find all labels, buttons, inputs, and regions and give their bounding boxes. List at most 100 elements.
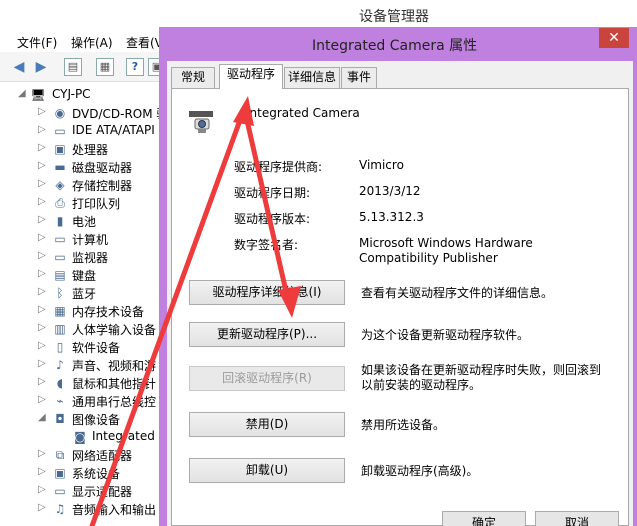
properties-icon[interactable]: ▦	[96, 58, 114, 76]
help-icon[interactable]: ?	[126, 58, 144, 76]
expand-icon[interactable]: ▷	[38, 304, 48, 315]
expand-icon[interactable]: ▷	[38, 376, 48, 387]
back-icon[interactable]: ◀	[10, 58, 28, 76]
menu-file[interactable]: 文件(F)	[17, 34, 57, 51]
tree-category-item[interactable]: ▷ ▭ 计算机	[0, 230, 160, 248]
close-button[interactable]: ✕	[599, 28, 629, 48]
ok-button[interactable]: 确定	[442, 511, 526, 526]
update-driver-button[interactable]: 更新驱动程序(P)...	[189, 322, 345, 347]
expand-icon[interactable]: ▷	[38, 322, 48, 333]
tree-category-item[interactable]: ◢ ◘ 图像设备	[0, 410, 160, 428]
tree-device-item[interactable]: ◙ Integrated C	[0, 428, 160, 446]
tab-general[interactable]: 常规	[171, 67, 215, 88]
menu-view[interactable]: 查看(V	[126, 34, 163, 51]
forward-icon[interactable]: ▶	[32, 58, 50, 76]
tab-driver[interactable]: 驱动程序	[219, 64, 283, 89]
display-adapter-icon: ▭	[54, 484, 66, 498]
tree-item-label: 人体学输入设备	[72, 323, 157, 337]
expand-icon[interactable]: ▷	[38, 250, 48, 261]
cancel-button[interactable]: 取消	[535, 511, 619, 526]
tree-category-item[interactable]: ▷ ◉ DVD/CD-ROM 驱	[0, 104, 160, 122]
provider-value: Vimicro	[359, 158, 404, 172]
tree-category-item[interactable]: ▷ ⧉ 网络适配器	[0, 446, 160, 464]
tree-item-label: 软件设备	[72, 341, 121, 355]
tree-category-item[interactable]: ▷ ᛒ 蓝牙	[0, 284, 160, 302]
expand-icon[interactable]: ▷	[38, 106, 48, 117]
camera-icon: ◙	[74, 430, 86, 444]
tree-category-item[interactable]: ▷ ♪ 声音、视频和游	[0, 356, 160, 374]
rollback-driver-desc: 如果该设备在更新驱动程序时失败，则回滚到以前安装的驱动程序。	[361, 363, 602, 392]
ide-controller-icon: ▭	[54, 124, 66, 138]
tab-details[interactable]: 详细信息	[284, 67, 340, 88]
memory-device-icon: ▦	[54, 304, 66, 318]
menu-action[interactable]: 操作(A)	[71, 34, 113, 51]
tree-category-item[interactable]: ▷ ▤ 键盘	[0, 266, 160, 284]
expand-icon[interactable]: ▷	[38, 502, 48, 513]
expand-icon[interactable]: ▷	[38, 394, 48, 405]
device-manager-titlebar: 设备管理器	[0, 0, 637, 30]
tree-root[interactable]: ◢ 🖥 CYJ-PC	[0, 86, 160, 104]
tree-category-item[interactable]: ▷ ▣ 系统设备	[0, 464, 160, 482]
tree-category-item[interactable]: ▷ ▭ 监视器	[0, 248, 160, 266]
expand-icon[interactable]: ▷	[38, 214, 48, 225]
tree-item-label: Integrated C	[92, 429, 160, 443]
uninstall-button[interactable]: 卸载(U)	[189, 458, 345, 483]
expand-icon[interactable]: ▷	[38, 340, 48, 351]
tree-category-item[interactable]: ▷ ▥ 人体学输入设备	[0, 320, 160, 338]
expand-icon[interactable]: ▷	[38, 124, 48, 135]
rollback-driver-button[interactable]: 回滚驱动程序(R)	[189, 366, 345, 391]
tree-category-item[interactable]: ▷ ▭ 显示适配器	[0, 482, 160, 500]
expand-icon[interactable]: ▷	[38, 142, 48, 153]
device-name: Integrated Camera	[246, 106, 360, 120]
tree-category-item[interactable]: ▷ ▭ IDE ATA/ATAPI	[0, 122, 160, 140]
expand-icon[interactable]: ▷	[38, 196, 48, 207]
expand-icon[interactable]: ▷	[38, 484, 48, 495]
tree-item-label: DVD/CD-ROM 驱	[72, 107, 160, 121]
tree-category-item[interactable]: ▷ ▣ 处理器	[0, 140, 160, 158]
date-label: 驱动程序日期:	[234, 186, 311, 200]
expand-icon[interactable]: ▷	[38, 448, 48, 459]
collapse-icon[interactable]: ◢	[18, 88, 28, 99]
version-label: 驱动程序版本:	[234, 212, 311, 226]
tree-category-item[interactable]: ▷ ▮ 电池	[0, 212, 160, 230]
tree-category-item[interactable]: ▷ ◖ 鼠标和其他指针	[0, 374, 160, 392]
tree-item-label: IDE ATA/ATAPI	[72, 123, 155, 137]
collapse-icon[interactable]: ◢	[38, 412, 48, 423]
tree-category-item[interactable]: ▷ ⎙ 打印队列	[0, 194, 160, 212]
tree-category-item[interactable]: ▷ ▬ 磁盘驱动器	[0, 158, 160, 176]
tree-category-item[interactable]: ▷ ♫ 音频输入和输出	[0, 500, 160, 518]
update-driver-desc: 为这个设备更新驱动程序软件。	[361, 328, 530, 342]
tree-item-label: 系统设备	[72, 467, 121, 481]
tree-item-label: 内存技术设备	[72, 305, 145, 319]
expand-icon[interactable]: ▷	[38, 466, 48, 477]
system-device-icon: ▣	[54, 466, 66, 480]
expand-icon[interactable]: ▷	[38, 232, 48, 243]
device-manager-title: 设备管理器	[359, 9, 429, 25]
mouse-icon: ◖	[56, 376, 64, 390]
expand-icon[interactable]: ▷	[38, 358, 48, 369]
expand-icon[interactable]: ▷	[38, 160, 48, 171]
disable-button[interactable]: 禁用(D)	[189, 412, 345, 437]
expand-icon[interactable]: ▷	[38, 286, 48, 297]
show-hide-tree-icon[interactable]: ▤	[64, 58, 82, 76]
tree-item-label: 蓝牙	[72, 287, 97, 301]
storage-controller-icon: ◈	[55, 178, 65, 192]
dialog-title: Integrated Camera 属性	[312, 38, 478, 54]
date-value: 2013/3/12	[359, 184, 421, 198]
disk-drive-icon: ▬	[54, 160, 66, 174]
tab-events[interactable]: 事件	[341, 67, 377, 88]
dialog-titlebar[interactable]: Integrated Camera 属性	[159, 27, 637, 61]
network-adapter-icon: ⧉	[55, 448, 65, 462]
expand-icon[interactable]: ▷	[38, 268, 48, 279]
signer-value: Microsoft Windows Hardware Compatibility…	[359, 236, 533, 265]
tree-category-item[interactable]: ▷ ⌁ 通用串行总线控	[0, 392, 160, 410]
tree-category-item[interactable]: ▷ ▦ 内存技术设备	[0, 302, 160, 320]
tree-category-item[interactable]: ▷ ▯ 软件设备	[0, 338, 160, 356]
expand-icon[interactable]: ▷	[38, 178, 48, 189]
tree-item-label: 磁盘驱动器	[72, 161, 133, 175]
tree-category-item[interactable]: ▷ ◈ 存储控制器	[0, 176, 160, 194]
tree-item-label: 存储控制器	[72, 179, 133, 193]
driver-details-button[interactable]: 驱动程序详细信息(I)	[189, 280, 345, 305]
tree-item-label: 音频输入和输出	[72, 503, 157, 517]
tree-item-label: 电池	[72, 215, 97, 229]
